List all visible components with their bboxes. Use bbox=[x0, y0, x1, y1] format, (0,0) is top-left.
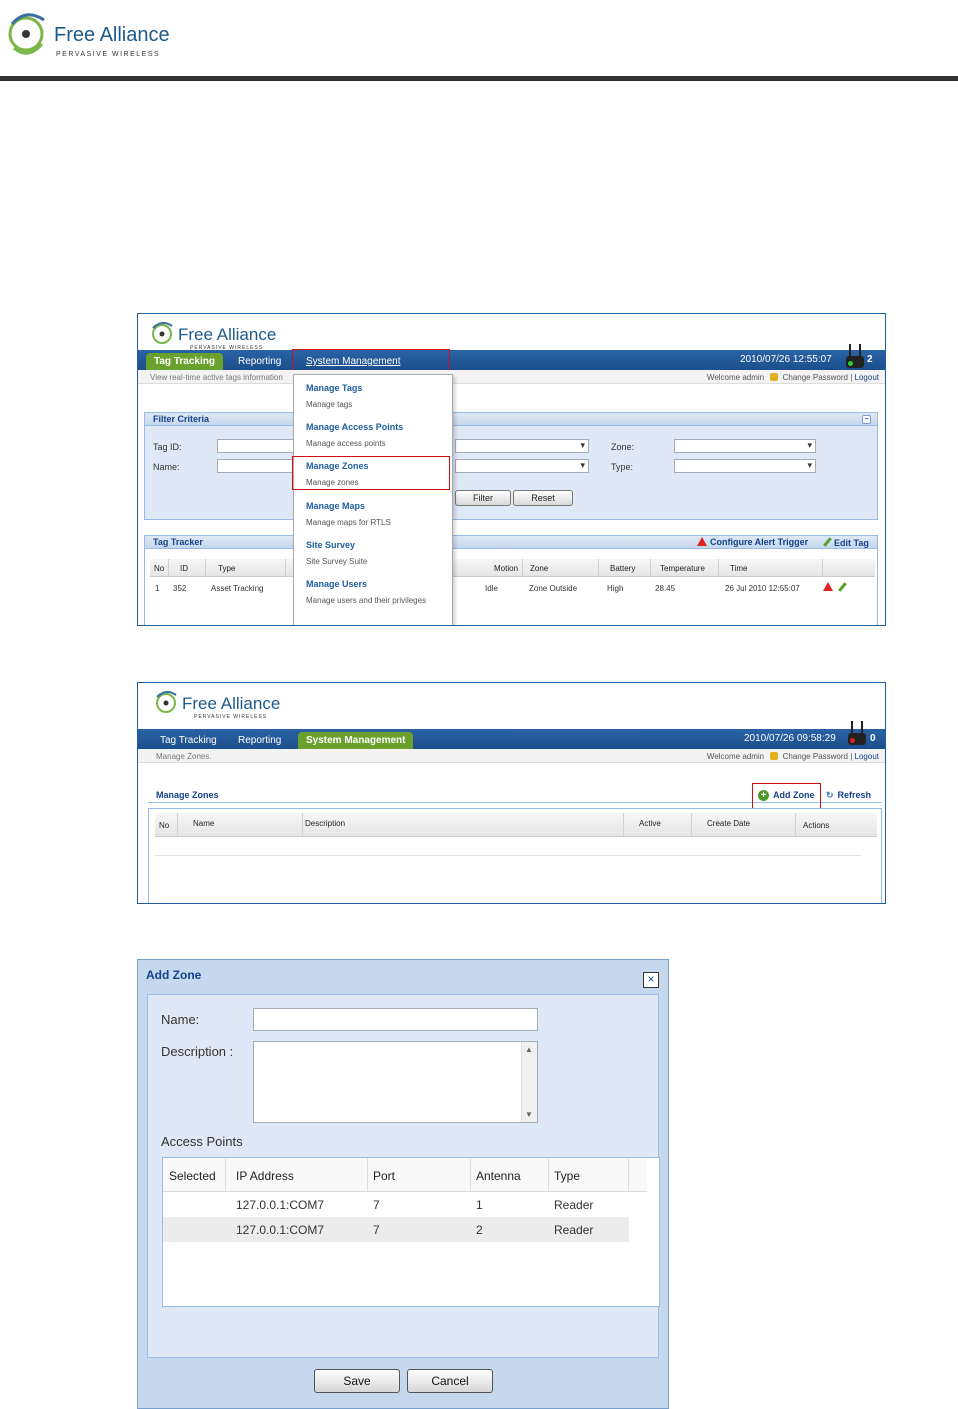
tag-id-label: Tag ID: bbox=[153, 442, 182, 452]
table-row[interactable]: 127.0.0.1:COM7 7 2 Reader bbox=[163, 1217, 629, 1242]
tracker-panel-title: Tag Tracker bbox=[153, 537, 203, 547]
page-hint: Manage Zones. bbox=[156, 752, 212, 761]
svg-text:PERVASIVE WIRELESS: PERVASIVE WIRELESS bbox=[194, 714, 267, 720]
scroll-down-icon[interactable]: ▼ bbox=[525, 1110, 533, 1119]
separator: | bbox=[850, 752, 853, 761]
type-select[interactable] bbox=[674, 459, 816, 473]
collapse-icon[interactable]: − bbox=[862, 415, 871, 424]
tag-id-input[interactable] bbox=[217, 439, 297, 453]
system-management-menu: Manage Tags Manage tags Manage Access Po… bbox=[293, 374, 453, 625]
access-points-grid: Selected IP Address Port Antenna Type 12… bbox=[162, 1157, 660, 1307]
access-points-label: Access Points bbox=[161, 1134, 243, 1149]
configure-alert-link[interactable]: Configure Alert Trigger bbox=[697, 537, 808, 547]
description-textarea[interactable]: ▲ ▼ bbox=[253, 1041, 538, 1123]
tab-system-management[interactable]: System Management bbox=[298, 732, 414, 749]
row-edit-icon[interactable] bbox=[838, 582, 849, 593]
zones-grid-header: No Name Description Active Create Date A… bbox=[155, 813, 877, 837]
grid-row-divider bbox=[155, 855, 861, 856]
row-alert-icon[interactable] bbox=[823, 582, 836, 592]
highlight-manage-zones bbox=[292, 456, 450, 490]
filter-panel-body: Tag ID: Name: Zone: Type: Filter Reset bbox=[144, 426, 878, 520]
filter-button[interactable]: Filter bbox=[455, 490, 511, 506]
separator: | bbox=[850, 373, 853, 382]
zones-grid: No Name Description Active Create Date A… bbox=[148, 808, 882, 903]
dialog-title: Add Zone bbox=[146, 968, 202, 982]
type-label: Type: bbox=[611, 462, 634, 472]
tab-reporting[interactable]: Reporting bbox=[230, 353, 289, 370]
svg-text:Free Alliance: Free Alliance bbox=[178, 325, 276, 344]
zone-label: Zone: bbox=[611, 442, 635, 452]
zone-select[interactable] bbox=[674, 439, 816, 453]
filter-select-1[interactable] bbox=[455, 439, 589, 453]
datetime: 2010/07/26 09:58:29 bbox=[744, 733, 836, 744]
change-password-link[interactable]: Change Password bbox=[783, 752, 848, 761]
logo-name: Free Alliance bbox=[54, 24, 170, 46]
screenshot-manage-zones: Free Alliance PERVASIVE WIRELESS Tag Tra… bbox=[137, 682, 886, 904]
zone-name-input[interactable] bbox=[253, 1008, 538, 1031]
key-icon bbox=[770, 373, 779, 381]
filter-select-2[interactable] bbox=[455, 459, 589, 473]
save-button[interactable]: Save bbox=[314, 1369, 400, 1393]
table-row[interactable]: 127.0.0.1:COM7 7 1 Reader bbox=[163, 1192, 629, 1217]
header-rule bbox=[0, 76, 958, 81]
main-nav: Tag Tracking Reporting System Management… bbox=[138, 344, 885, 370]
logout-link[interactable]: Logout bbox=[855, 373, 879, 382]
app-logo: Free Alliance PERVASIVE WIRELESS bbox=[156, 691, 280, 720]
manage-zones-title: Manage Zones bbox=[156, 790, 219, 800]
refresh-icon: ↻ bbox=[826, 790, 834, 800]
textarea-scrollbar[interactable]: ▲ ▼ bbox=[521, 1042, 537, 1122]
active-count: 2 bbox=[867, 354, 873, 365]
svg-text:Free Alliance: Free Alliance bbox=[182, 694, 280, 713]
refresh-button[interactable]: ↻ Refresh bbox=[826, 790, 871, 801]
logout-link[interactable]: Logout bbox=[855, 752, 879, 761]
router-icon bbox=[848, 721, 866, 745]
welcome-text: Welcome admin bbox=[706, 752, 765, 761]
welcome-text: Welcome admin bbox=[706, 373, 765, 382]
page-hint: View real-time active tags information bbox=[150, 373, 283, 382]
dialog-body: Name: Description : ▲ ▼ Access Points Se… bbox=[147, 994, 660, 1358]
name-label: Name: bbox=[153, 462, 180, 472]
name-input[interactable] bbox=[217, 459, 297, 473]
free-alliance-logo: Free Alliance PERVASIVE WIRELESS bbox=[8, 13, 170, 58]
cancel-button[interactable]: Cancel bbox=[407, 1369, 493, 1393]
tab-tag-tracking[interactable]: Tag Tracking bbox=[152, 732, 225, 749]
datetime: 2010/07/26 12:55:07 bbox=[740, 354, 832, 365]
logo-tagline: PERVASIVE WIRELESS bbox=[56, 51, 160, 58]
sub-bar: View real-time active tags information W… bbox=[138, 370, 885, 384]
highlight-add-zone bbox=[752, 783, 821, 809]
alert-icon bbox=[697, 537, 707, 546]
active-count: 0 bbox=[870, 733, 876, 744]
filter-panel-header: Filter Criteria − bbox=[144, 412, 878, 426]
filter-panel-title: Filter Criteria bbox=[153, 414, 210, 424]
router-icon bbox=[846, 344, 864, 368]
tab-tag-tracking[interactable]: Tag Tracking bbox=[146, 353, 223, 370]
change-password-link[interactable]: Change Password bbox=[783, 373, 848, 382]
sub-bar: Manage Zones. Welcome admin Change Passw… bbox=[138, 749, 885, 763]
edit-tag-link[interactable]: Edit Tag bbox=[823, 537, 869, 548]
key-icon bbox=[770, 752, 779, 760]
tracker-grid-header: No ID Type Motion Zone Battery Temperatu… bbox=[150, 559, 875, 577]
tracker-grid: No ID Type Motion Zone Battery Temperatu… bbox=[144, 549, 878, 625]
add-zone-dialog: Add Zone × Name: Description : ▲ ▼ Acces… bbox=[137, 959, 669, 1409]
access-points-header: Selected IP Address Port Antenna Type bbox=[163, 1158, 647, 1192]
close-icon[interactable]: × bbox=[643, 972, 659, 988]
app-logo: Free Alliance PERVASIVE WIRELESS bbox=[152, 322, 276, 351]
reset-button[interactable]: Reset bbox=[513, 490, 573, 506]
main-nav: Tag Tracking Reporting System Management… bbox=[138, 721, 885, 749]
description-label: Description : bbox=[161, 1044, 234, 1059]
name-label: Name: bbox=[161, 1012, 200, 1027]
tab-reporting[interactable]: Reporting bbox=[230, 732, 289, 749]
screenshot-tag-tracking: Free Alliance PERVASIVE WIRELESS Tag Tra… bbox=[137, 313, 886, 626]
scroll-up-icon[interactable]: ▲ bbox=[525, 1045, 533, 1054]
